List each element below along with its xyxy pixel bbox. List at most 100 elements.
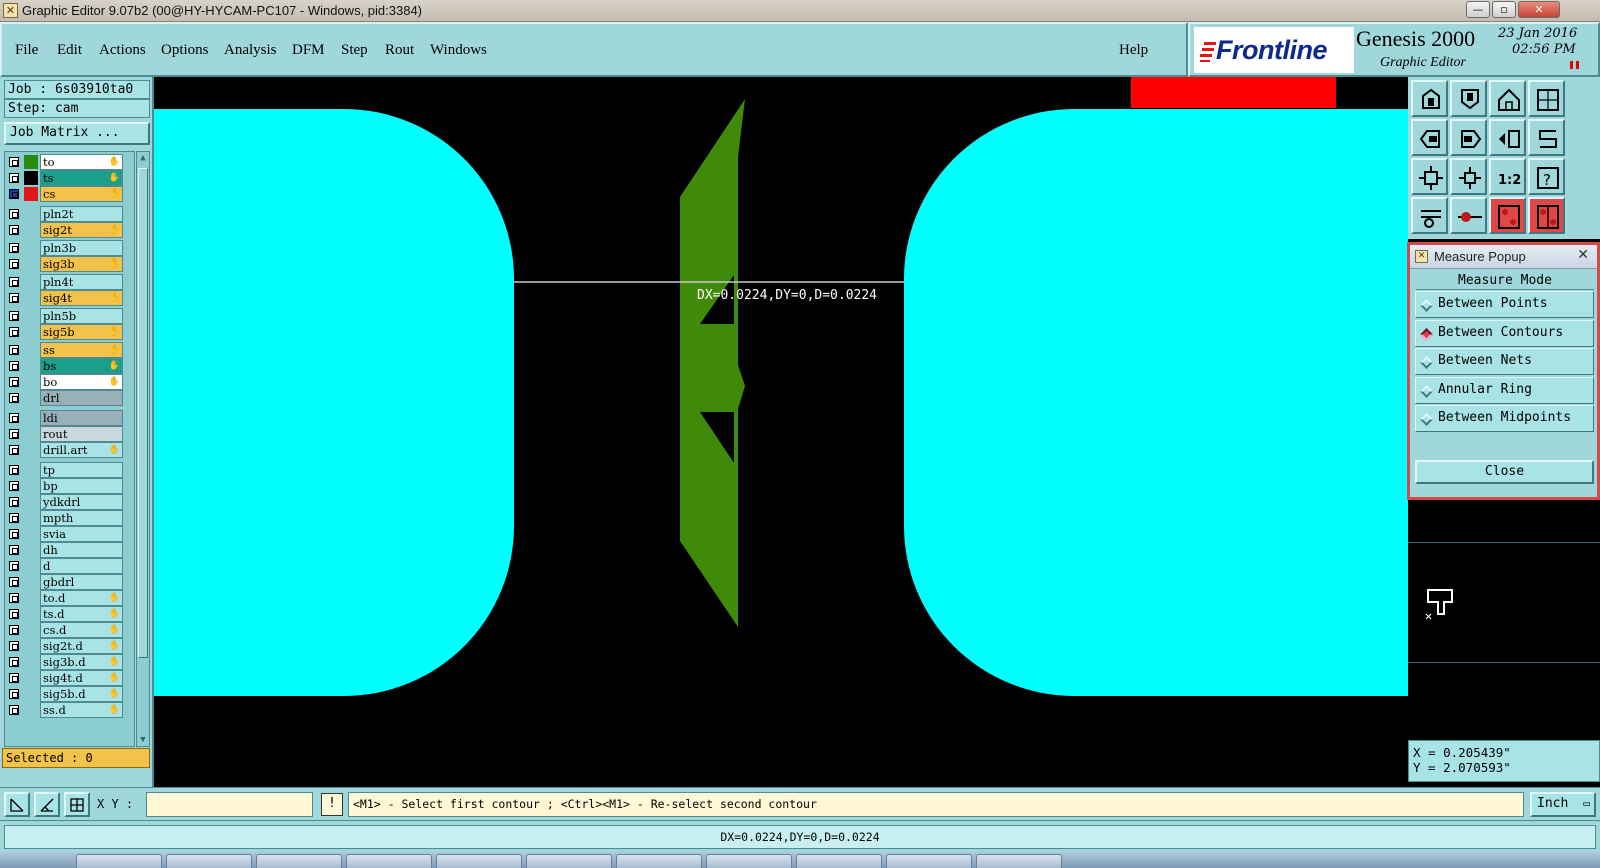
zoom-out-button[interactable] bbox=[1450, 158, 1487, 195]
layer-color-swatch[interactable] bbox=[24, 559, 38, 573]
layer-row[interactable]: ss.d ✋ bbox=[5, 702, 134, 718]
layer-name[interactable]: svia bbox=[40, 526, 123, 542]
layer-checkbox[interactable] bbox=[9, 465, 19, 475]
layer-name[interactable]: to ✋ bbox=[40, 154, 123, 170]
layer-checkbox[interactable] bbox=[9, 377, 19, 387]
menu-options[interactable]: Options bbox=[161, 42, 209, 59]
menu-help[interactable]: Help bbox=[1119, 42, 1148, 59]
layer-color-swatch[interactable] bbox=[24, 171, 38, 185]
layer-color-swatch[interactable] bbox=[24, 375, 38, 389]
layer-checkbox[interactable] bbox=[9, 577, 19, 587]
layer-checkbox[interactable] bbox=[9, 689, 19, 699]
layer-color-swatch[interactable] bbox=[24, 275, 38, 289]
taskbar-item[interactable] bbox=[706, 854, 792, 868]
layer-name[interactable]: sig5b ✋ bbox=[40, 324, 123, 340]
layer-color-swatch[interactable] bbox=[24, 703, 38, 717]
layer-color-swatch[interactable] bbox=[24, 343, 38, 357]
layer-color-swatch[interactable] bbox=[24, 639, 38, 653]
scrollbar-thumb[interactable] bbox=[138, 168, 148, 658]
measure-option-between-contours[interactable]: Between Contours bbox=[1415, 319, 1594, 347]
layer-name[interactable]: sig5b.d ✋ bbox=[40, 686, 123, 702]
taskbar-item[interactable] bbox=[256, 854, 342, 868]
taskbar-item[interactable] bbox=[526, 854, 612, 868]
layer-name[interactable]: sig3b.d ✋ bbox=[40, 654, 123, 670]
layer-row[interactable]: to.d ✋ bbox=[5, 590, 134, 606]
layer-color-swatch[interactable] bbox=[24, 325, 38, 339]
layer-checkbox[interactable] bbox=[9, 529, 19, 539]
layer-checkbox[interactable] bbox=[9, 157, 19, 167]
menu-rout[interactable]: Rout bbox=[385, 42, 414, 59]
layer-checkbox[interactable] bbox=[9, 657, 19, 667]
layer-row[interactable]: pln4t bbox=[5, 274, 134, 290]
measure-option-between-nets[interactable]: Between Nets bbox=[1415, 348, 1594, 375]
layer-color-swatch[interactable] bbox=[24, 687, 38, 701]
layer-name[interactable]: pln3b bbox=[40, 240, 123, 256]
popup-close-icon[interactable]: ✕ bbox=[1577, 247, 1589, 263]
layer-name[interactable]: to.d ✋ bbox=[40, 590, 123, 606]
layer-name[interactable]: sig3b ✋ bbox=[40, 256, 123, 272]
measure-option-between-midpoints[interactable]: Between Midpoints bbox=[1415, 405, 1594, 432]
layer-name[interactable]: drill.art ✋ bbox=[40, 442, 123, 458]
layer-row[interactable]: rout bbox=[5, 426, 134, 442]
layer-row[interactable]: sig5b ✋ bbox=[5, 324, 134, 340]
layer-row[interactable]: svia bbox=[5, 526, 134, 542]
layer-color-swatch[interactable] bbox=[24, 257, 38, 271]
layer-color-swatch[interactable] bbox=[24, 623, 38, 637]
taskbar-item[interactable] bbox=[616, 854, 702, 868]
layer-name[interactable]: ss.d ✋ bbox=[40, 702, 123, 718]
radio-diamond-icon[interactable] bbox=[1420, 327, 1433, 341]
layer-color-swatch[interactable] bbox=[24, 309, 38, 323]
layer-name[interactable]: pln5b bbox=[40, 308, 123, 324]
graphic-canvas[interactable]: DX=0.0224,DY=0,D=0.0224 bbox=[154, 77, 1408, 770]
layer-row[interactable]: drl bbox=[5, 390, 134, 406]
menu-file[interactable]: File bbox=[15, 42, 38, 59]
zoom-fit-button[interactable] bbox=[1411, 158, 1448, 195]
menu-step[interactable]: Step bbox=[341, 42, 368, 59]
layer-color-swatch[interactable] bbox=[24, 187, 38, 201]
snap-tool-button[interactable] bbox=[1411, 197, 1448, 234]
pan-down-button[interactable] bbox=[1450, 80, 1487, 117]
layer-name[interactable]: cs.d ✋ bbox=[40, 622, 123, 638]
scroll-down-icon[interactable]: ▼ bbox=[138, 734, 148, 746]
layer-name[interactable]: tp bbox=[40, 462, 123, 478]
layer-checkbox[interactable] bbox=[9, 243, 19, 253]
layer-checkbox[interactable] bbox=[9, 327, 19, 337]
layer-checkbox[interactable] bbox=[9, 609, 19, 619]
layer-color-swatch[interactable] bbox=[24, 575, 38, 589]
layer-color-swatch[interactable] bbox=[24, 495, 38, 509]
layer-name[interactable]: sig2t.d ✋ bbox=[40, 638, 123, 654]
radio-diamond-icon[interactable] bbox=[1420, 413, 1433, 426]
radio-diamond-icon[interactable] bbox=[1420, 384, 1433, 398]
layer-color-swatch[interactable] bbox=[24, 671, 38, 685]
menu-analysis[interactable]: Analysis bbox=[224, 42, 277, 59]
layer-name[interactable]: sig4t ✋ bbox=[40, 290, 123, 306]
layer-color-swatch[interactable] bbox=[24, 411, 38, 425]
pan-up-button[interactable] bbox=[1411, 80, 1448, 117]
layer-checkbox[interactable] bbox=[9, 361, 19, 371]
radio-diamond-icon[interactable] bbox=[1420, 356, 1433, 369]
layer-row[interactable]: ydkdrl bbox=[5, 494, 134, 510]
layer-checkbox[interactable] bbox=[9, 225, 19, 235]
layer-checkbox[interactable] bbox=[9, 481, 19, 491]
layer-name[interactable]: drl bbox=[40, 390, 123, 406]
layer-name[interactable]: rout bbox=[40, 426, 123, 442]
layer-checkbox[interactable] bbox=[9, 593, 19, 603]
layer-name[interactable]: ts.d ✋ bbox=[40, 606, 123, 622]
scale-1to2-button[interactable]: 1:2 bbox=[1489, 158, 1526, 195]
layer-row[interactable]: ts ✋ bbox=[5, 170, 134, 186]
layer-row[interactable]: bs ✋ bbox=[5, 358, 134, 374]
view-frame-button[interactable] bbox=[1528, 80, 1565, 117]
layer-name[interactable]: d bbox=[40, 558, 123, 574]
radio-diamond-icon[interactable] bbox=[1420, 299, 1433, 312]
window-close-button[interactable]: ✕ bbox=[1518, 1, 1560, 18]
layer-row[interactable]: tp bbox=[5, 462, 134, 478]
layer-checkbox[interactable] bbox=[9, 673, 19, 683]
layer-row[interactable]: pln2t bbox=[5, 206, 134, 222]
measure-option-annular-ring[interactable]: Annular Ring bbox=[1415, 376, 1594, 404]
layer-checkbox[interactable] bbox=[9, 189, 19, 199]
layer-row[interactable]: sig4t.d ✋ bbox=[5, 670, 134, 686]
prompt-alert-icon[interactable]: ! bbox=[321, 793, 343, 816]
layer-row[interactable]: ts.d ✋ bbox=[5, 606, 134, 622]
layer-color-swatch[interactable] bbox=[24, 655, 38, 669]
layer-checkbox[interactable] bbox=[9, 545, 19, 555]
